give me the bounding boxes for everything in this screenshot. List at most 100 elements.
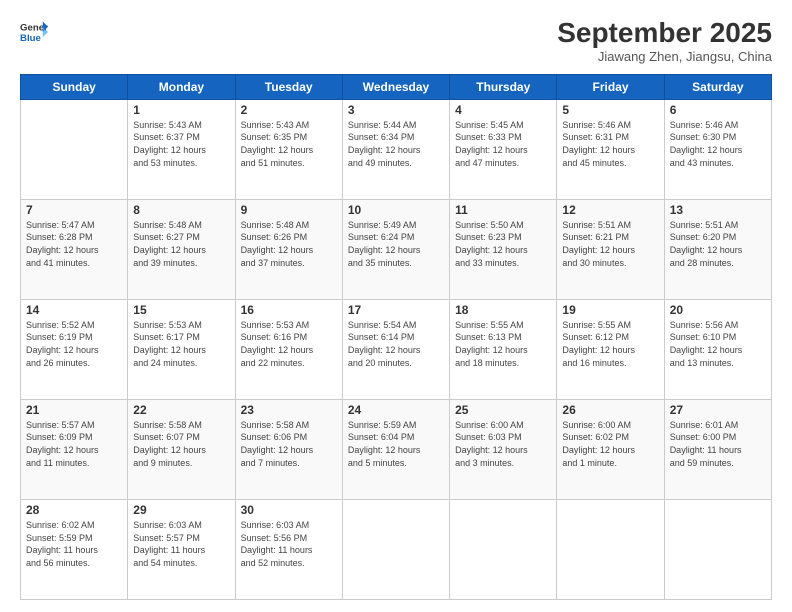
day-info: Sunrise: 5:58 AM Sunset: 6:06 PM Dayligh… [241, 419, 337, 469]
day-number: 12 [562, 203, 658, 217]
day-info: Sunrise: 5:51 AM Sunset: 6:20 PM Dayligh… [670, 219, 766, 269]
day-number: 4 [455, 103, 551, 117]
day-info: Sunrise: 6:00 AM Sunset: 6:02 PM Dayligh… [562, 419, 658, 469]
day-number: 10 [348, 203, 444, 217]
day-info: Sunrise: 5:53 AM Sunset: 6:16 PM Dayligh… [241, 319, 337, 369]
day-number: 1 [133, 103, 229, 117]
day-info: Sunrise: 5:43 AM Sunset: 6:35 PM Dayligh… [241, 119, 337, 169]
calendar-cell: 1 Sunrise: 5:43 AM Sunset: 6:37 PM Daylig… [128, 99, 235, 199]
calendar-cell [450, 499, 557, 599]
svg-text:Blue: Blue [20, 33, 41, 44]
day-number: 27 [670, 403, 766, 417]
weekday-header-sunday: Sunday [21, 74, 128, 99]
calendar-cell: 2Sunrise: 5:43 AM Sunset: 6:35 PM Daylig… [235, 99, 342, 199]
week-row-3: 21Sunrise: 5:57 AM Sunset: 6:09 PM Dayli… [21, 399, 772, 499]
calendar-cell: 23 Sunrise: 5:58 AM Sunset: 6:06 PM Dayli… [235, 399, 342, 499]
day-info: Sunrise: 5:55 AM Sunset: 6:13 PM Dayligh… [455, 319, 551, 369]
weekday-header-wednesday: Wednesday [342, 74, 449, 99]
calendar-cell: 17 Sunrise: 5:54 AM Sunset: 6:14 PM Dayli… [342, 299, 449, 399]
day-info: Sunrise: 5:46 AM Sunset: 6:31 PM Dayligh… [562, 119, 658, 169]
calendar-cell [21, 99, 128, 199]
calendar-cell: 28 Sunrise: 6:02 AM Sunset: 5:59 PM Dayli… [21, 499, 128, 599]
day-info: Sunrise: 5:49 AM Sunset: 6:24 PM Dayligh… [348, 219, 444, 269]
day-number: 22 [133, 403, 229, 417]
calendar-cell: 5 Sunrise: 5:46 AM Sunset: 6:31 PM Daylig… [557, 99, 664, 199]
day-info: Sunrise: 5:46 AM Sunset: 6:30 PM Dayligh… [670, 119, 766, 169]
calendar-cell: 8 Sunrise: 5:48 AM Sunset: 6:27 PM Daylig… [128, 199, 235, 299]
day-info: Sunrise: 5:50 AM Sunset: 6:23 PM Dayligh… [455, 219, 551, 269]
week-row-0: 1 Sunrise: 5:43 AM Sunset: 6:37 PM Daylig… [21, 99, 772, 199]
weekday-header-thursday: Thursday [450, 74, 557, 99]
calendar-cell: 9 Sunrise: 5:48 AM Sunset: 6:26 PM Daylig… [235, 199, 342, 299]
calendar-cell: 19Sunrise: 5:55 AM Sunset: 6:12 PM Dayli… [557, 299, 664, 399]
day-number: 23 [241, 403, 337, 417]
weekday-header-row: SundayMondayTuesdayWednesdayThursdayFrid… [21, 74, 772, 99]
weekday-header-friday: Friday [557, 74, 664, 99]
calendar-cell [342, 499, 449, 599]
day-number: 6 [670, 103, 766, 117]
day-info: Sunrise: 5:43 AM Sunset: 6:37 PM Dayligh… [133, 119, 229, 169]
day-info: Sunrise: 5:58 AM Sunset: 6:07 PM Dayligh… [133, 419, 229, 469]
day-number: 28 [26, 503, 122, 517]
day-number: 29 [133, 503, 229, 517]
day-number: 17 [348, 303, 444, 317]
day-info: Sunrise: 5:48 AM Sunset: 6:26 PM Dayligh… [241, 219, 337, 269]
calendar-cell: 20Sunrise: 5:56 AM Sunset: 6:10 PM Dayli… [664, 299, 771, 399]
day-number: 24 [348, 403, 444, 417]
day-number: 8 [133, 203, 229, 217]
title-block: September 2025 Jiawang Zhen, Jiangsu, Ch… [557, 18, 772, 64]
week-row-2: 14Sunrise: 5:52 AM Sunset: 6:19 PM Dayli… [21, 299, 772, 399]
day-info: Sunrise: 5:54 AM Sunset: 6:14 PM Dayligh… [348, 319, 444, 369]
week-row-1: 7 Sunrise: 5:47 AM Sunset: 6:28 PM Daylig… [21, 199, 772, 299]
header: General Blue September 2025 Jiawang Zhen… [20, 18, 772, 64]
day-info: Sunrise: 5:48 AM Sunset: 6:27 PM Dayligh… [133, 219, 229, 269]
calendar-cell: 11 Sunrise: 5:50 AM Sunset: 6:23 PM Dayli… [450, 199, 557, 299]
day-info: Sunrise: 5:53 AM Sunset: 6:17 PM Dayligh… [133, 319, 229, 369]
day-number: 15 [133, 303, 229, 317]
calendar-cell: 21Sunrise: 5:57 AM Sunset: 6:09 PM Dayli… [21, 399, 128, 499]
calendar-cell: 3 Sunrise: 5:44 AM Sunset: 6:34 PM Daylig… [342, 99, 449, 199]
calendar-cell: 29Sunrise: 6:03 AM Sunset: 5:57 PM Dayli… [128, 499, 235, 599]
day-number: 30 [241, 503, 337, 517]
calendar-cell: 14Sunrise: 5:52 AM Sunset: 6:19 PM Dayli… [21, 299, 128, 399]
day-number: 7 [26, 203, 122, 217]
day-number: 18 [455, 303, 551, 317]
day-number: 13 [670, 203, 766, 217]
day-number: 20 [670, 303, 766, 317]
calendar-cell: 6 Sunrise: 5:46 AM Sunset: 6:30 PM Daylig… [664, 99, 771, 199]
day-number: 26 [562, 403, 658, 417]
weekday-header-tuesday: Tuesday [235, 74, 342, 99]
logo-icon: General Blue [20, 18, 48, 46]
calendar-cell [557, 499, 664, 599]
calendar-cell: 13 Sunrise: 5:51 AM Sunset: 6:20 PM Dayli… [664, 199, 771, 299]
calendar-cell: 24 Sunrise: 5:59 AM Sunset: 6:04 PM Dayli… [342, 399, 449, 499]
day-info: Sunrise: 5:44 AM Sunset: 6:34 PM Dayligh… [348, 119, 444, 169]
day-info: Sunrise: 5:47 AM Sunset: 6:28 PM Dayligh… [26, 219, 122, 269]
day-number: 14 [26, 303, 122, 317]
day-number: 3 [348, 103, 444, 117]
day-info: Sunrise: 5:45 AM Sunset: 6:33 PM Dayligh… [455, 119, 551, 169]
location: Jiawang Zhen, Jiangsu, China [557, 49, 772, 64]
calendar-cell: 7 Sunrise: 5:47 AM Sunset: 6:28 PM Daylig… [21, 199, 128, 299]
calendar-cell: 4 Sunrise: 5:45 AM Sunset: 6:33 PM Daylig… [450, 99, 557, 199]
calendar-cell [664, 499, 771, 599]
logo: General Blue [20, 18, 48, 46]
calendar-cell: 30Sunrise: 6:03 AM Sunset: 5:56 PM Dayli… [235, 499, 342, 599]
day-number: 16 [241, 303, 337, 317]
day-number: 25 [455, 403, 551, 417]
day-number: 5 [562, 103, 658, 117]
month-title: September 2025 [557, 18, 772, 49]
day-info: Sunrise: 5:59 AM Sunset: 6:04 PM Dayligh… [348, 419, 444, 469]
calendar-cell: 16 Sunrise: 5:53 AM Sunset: 6:16 PM Dayli… [235, 299, 342, 399]
calendar-cell: 26 Sunrise: 6:00 AM Sunset: 6:02 PM Dayli… [557, 399, 664, 499]
calendar-cell: 12 Sunrise: 5:51 AM Sunset: 6:21 PM Dayli… [557, 199, 664, 299]
weekday-header-monday: Monday [128, 74, 235, 99]
day-number: 9 [241, 203, 337, 217]
week-row-4: 28 Sunrise: 6:02 AM Sunset: 5:59 PM Dayli… [21, 499, 772, 599]
calendar-cell: 25Sunrise: 6:00 AM Sunset: 6:03 PM Dayli… [450, 399, 557, 499]
day-info: Sunrise: 6:02 AM Sunset: 5:59 PM Dayligh… [26, 519, 122, 569]
day-number: 11 [455, 203, 551, 217]
calendar-cell: 27Sunrise: 6:01 AM Sunset: 6:00 PM Dayli… [664, 399, 771, 499]
day-info: Sunrise: 5:51 AM Sunset: 6:21 PM Dayligh… [562, 219, 658, 269]
calendar-cell: 10 Sunrise: 5:49 AM Sunset: 6:24 PM Dayli… [342, 199, 449, 299]
